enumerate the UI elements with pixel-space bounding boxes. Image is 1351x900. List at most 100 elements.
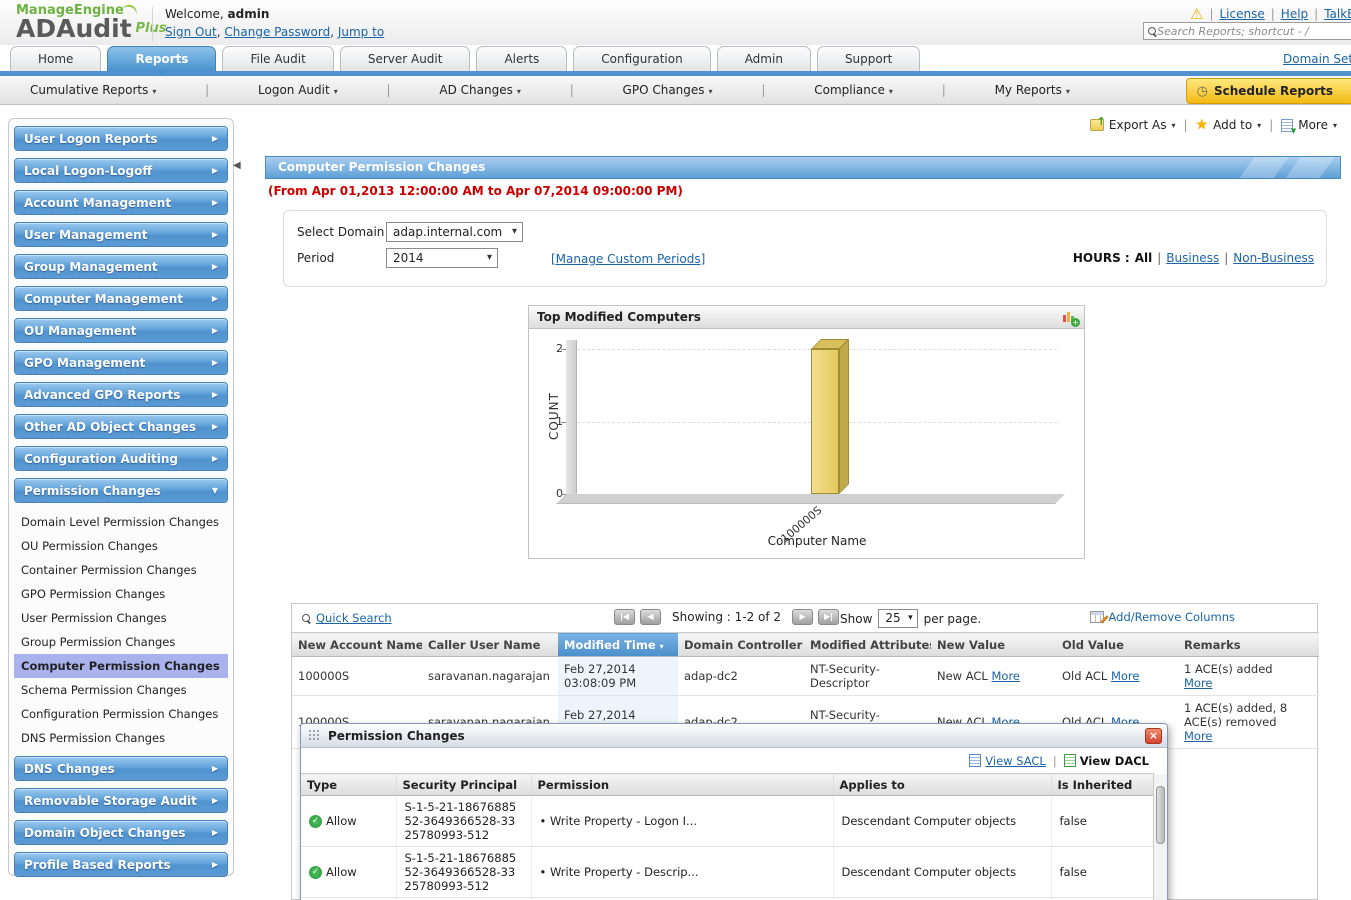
help-link[interactable]: Help — [1281, 7, 1308, 21]
sidebar-item-configuration-permission-changes[interactable]: Configuration Permission Changes — [14, 702, 228, 726]
talkback-link[interactable]: TalkBack — [1324, 7, 1351, 21]
sidebar-section-removable-storage-audit[interactable]: Removable Storage Audit▶ — [14, 788, 228, 813]
popup-scrollbar[interactable] — [1153, 774, 1167, 900]
popup-table-row: ✓AllowS-1-5-21-1867688552-3649366528-332… — [301, 796, 1153, 847]
schedule-reports-button[interactable]: ◷ Schedule Reports — [1186, 78, 1351, 104]
hours-option-business[interactable]: Business — [1166, 251, 1219, 265]
more-link[interactable]: More — [992, 669, 1021, 683]
domain-select[interactable]: adap.internal.com — [386, 222, 523, 242]
sign-out-link[interactable]: Sign Out — [165, 25, 217, 39]
sidebar-collapse-handle[interactable]: ◀ — [233, 160, 241, 171]
sidebar-section-configuration-auditing[interactable]: Configuration Auditing▶ — [14, 446, 228, 471]
domain-settings-link[interactable]: Domain Settings — [1283, 52, 1351, 66]
column-header-domain-controller[interactable]: Domain Controller — [678, 633, 804, 657]
sidebar-section-permission-changes[interactable]: Permission Changes▼ — [14, 478, 228, 503]
sidebar-item-user-permission-changes[interactable]: User Permission Changes — [14, 606, 228, 630]
column-header-new-value[interactable]: New Value — [931, 633, 1056, 657]
sidebar-section-gpo-management[interactable]: GPO Management▶ — [14, 350, 228, 375]
next-page-button[interactable]: ▶ — [792, 609, 813, 625]
quick-search-link[interactable]: Quick Search — [302, 611, 392, 625]
sidebar-section-user-management[interactable]: User Management▶ — [14, 222, 228, 247]
sidebar-item-domain-level-permission-changes[interactable]: Domain Level Permission Changes — [14, 510, 228, 534]
license-link[interactable]: License — [1220, 7, 1265, 21]
subnav-my-reports[interactable]: My Reports▾ — [995, 83, 1070, 97]
sidebar-section-user-logon-reports[interactable]: User Logon Reports▶ — [14, 126, 228, 151]
sidebar-section-profile-based-reports[interactable]: Profile Based Reports▶ — [14, 852, 228, 877]
sidebar-section-account-management[interactable]: Account Management▶ — [14, 190, 228, 215]
sidebar-section-computer-management[interactable]: Computer Management▶ — [14, 286, 228, 311]
report-date-range: (From Apr 01,2013 12:00:00 AM to Apr 07,… — [268, 184, 683, 198]
chart-body: 012100000S Computer Name COUNT — [529, 329, 1084, 558]
sidebar-item-gpo-permission-changes[interactable]: GPO Permission Changes — [14, 582, 228, 606]
column-header-modified-time[interactable]: Modified Time ▾ — [558, 633, 678, 657]
drag-handle-icon[interactable] — [308, 729, 321, 742]
schedule-reports-label: Schedule Reports — [1214, 84, 1333, 98]
view-dacl-label: View DACL — [1080, 754, 1149, 768]
scrollbar-thumb[interactable] — [1156, 786, 1165, 844]
column-header-modified-attributes[interactable]: Modified Attributes — [804, 633, 931, 657]
subnav-ad-changes[interactable]: AD Changes▾ — [439, 83, 520, 97]
sidebar-section-other-ad-object-changes[interactable]: Other AD Object Changes▶ — [14, 414, 228, 439]
column-header-caller-user-name[interactable]: Caller User Name — [422, 633, 558, 657]
tab-server-audit[interactable]: Server Audit — [340, 46, 471, 72]
add-remove-columns-button[interactable]: Add/Remove Columns — [1090, 610, 1236, 624]
last-page-button[interactable]: ▶| — [818, 609, 839, 625]
popup-table-body: ✓AllowS-1-5-21-1867688552-3649366528-332… — [301, 796, 1153, 900]
page-size-select[interactable]: 25 — [878, 609, 917, 628]
sidebar-item-schema-permission-changes[interactable]: Schema Permission Changes — [14, 678, 228, 702]
sidebar-item-dns-permission-changes[interactable]: DNS Permission Changes — [14, 726, 228, 750]
tab-support[interactable]: Support — [817, 46, 920, 72]
tab-reports[interactable]: Reports — [107, 46, 216, 72]
manage-custom-periods-link[interactable]: [Manage Custom Periods] — [551, 252, 705, 266]
subnav-gpo-changes[interactable]: GPO Changes▾ — [623, 83, 713, 97]
sidebar-section-domain-object-changes[interactable]: Domain Object Changes▶ — [14, 820, 228, 845]
chart-type-icon[interactable] — [1061, 310, 1076, 324]
prev-page-button[interactable]: ◀ — [640, 609, 661, 625]
separator: | — [570, 83, 574, 97]
separator: | — [205, 83, 209, 97]
tab-configuration[interactable]: Configuration — [573, 46, 710, 72]
sidebar-item-ou-permission-changes[interactable]: OU Permission Changes — [14, 534, 228, 558]
sidebar-section-advanced-gpo-reports[interactable]: Advanced GPO Reports▶ — [14, 382, 228, 407]
subnav-logon-audit[interactable]: Logon Audit▾ — [258, 83, 338, 97]
popup-title-bar[interactable]: Permission Changes × — [301, 724, 1167, 748]
chevron-down-icon: ▾ — [334, 87, 338, 96]
hours-option-all[interactable]: All — [1135, 251, 1153, 265]
subnav-compliance[interactable]: Compliance▾ — [814, 83, 893, 97]
tab-alerts[interactable]: Alerts — [476, 46, 567, 72]
change-password-link[interactable]: Change Password — [224, 25, 330, 39]
sidebar-section-group-management[interactable]: Group Management▶ — [14, 254, 228, 279]
warning-icon[interactable]: ⚠ — [1190, 7, 1203, 21]
view-dacl-button[interactable]: View DACL — [1064, 754, 1149, 768]
period-select[interactable]: 2014 — [386, 248, 498, 268]
search-input[interactable] — [1157, 25, 1351, 38]
export-as-button[interactable]: Export As ▾ — [1090, 118, 1176, 132]
more-button[interactable]: More ▾ — [1281, 118, 1337, 132]
more-link[interactable]: More — [1184, 729, 1213, 743]
jump-to-link[interactable]: Jump to — [338, 25, 384, 39]
column-header-new-account-name[interactable]: New Account Name — [292, 633, 422, 657]
sidebar-item-computer-permission-changes[interactable]: Computer Permission Changes — [14, 654, 228, 678]
chevron-right-icon: ▶ — [212, 134, 218, 143]
more-link[interactable]: More — [1184, 676, 1213, 690]
sidebar-section-dns-changes[interactable]: DNS Changes▶ — [14, 756, 228, 781]
first-page-button[interactable]: |◀ — [614, 609, 635, 625]
sidebar-section-label: Other AD Object Changes — [24, 420, 196, 434]
view-sacl-link[interactable]: View SACL — [969, 754, 1046, 768]
more-link[interactable]: More — [1111, 669, 1140, 683]
chart-bar[interactable] — [811, 349, 839, 494]
sidebar-section-local-logon-logoff[interactable]: Local Logon-Logoff▶ — [14, 158, 228, 183]
sidebar-item-container-permission-changes[interactable]: Container Permission Changes — [14, 558, 228, 582]
add-to-button[interactable]: ★ Add to ▾ — [1196, 117, 1262, 133]
hours-option-non-business[interactable]: Non-Business — [1233, 251, 1314, 265]
tab-admin[interactable]: Admin — [717, 46, 811, 72]
tab-file-audit[interactable]: File Audit — [222, 46, 333, 72]
column-header-remarks[interactable]: Remarks — [1178, 633, 1319, 657]
subnav-cumulative-reports[interactable]: Cumulative Reports▾ — [30, 83, 156, 97]
column-header-old-value[interactable]: Old Value — [1056, 633, 1178, 657]
modified-clock: 03:08:09 PM — [564, 676, 672, 690]
close-icon[interactable]: × — [1145, 728, 1162, 744]
sidebar-section-ou-management[interactable]: OU Management▶ — [14, 318, 228, 343]
sidebar-item-group-permission-changes[interactable]: Group Permission Changes — [14, 630, 228, 654]
tab-home[interactable]: Home — [10, 46, 101, 72]
